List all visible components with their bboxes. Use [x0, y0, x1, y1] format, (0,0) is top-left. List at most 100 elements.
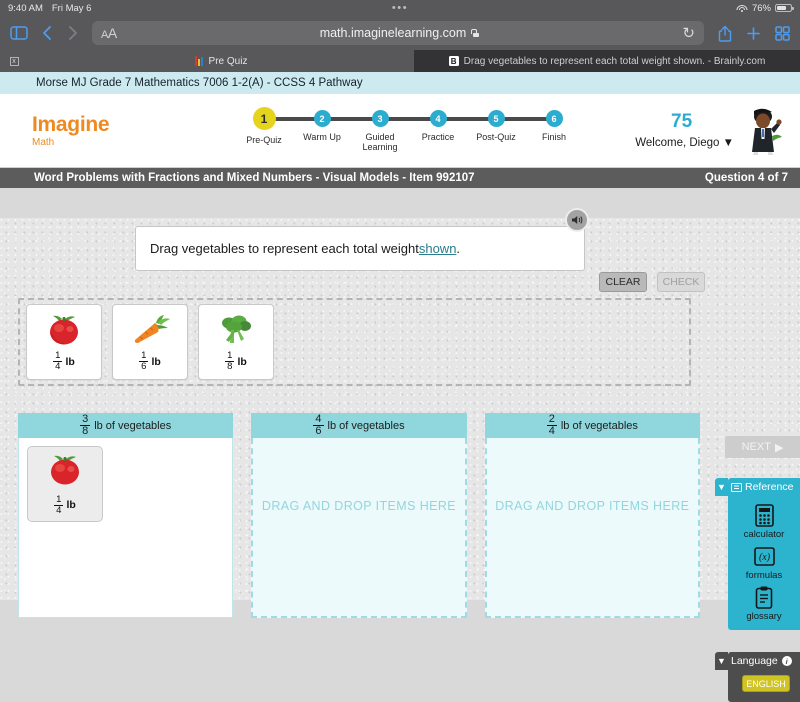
placed-tomato[interactable]: 14 lb — [27, 446, 103, 522]
bars-favicon-icon — [195, 56, 204, 66]
language-title-label: Language — [731, 655, 778, 667]
imagine-math-logo[interactable]: Imagine Math — [32, 114, 109, 148]
weight-unit: lb — [66, 499, 75, 511]
drop-zone-label: lb of vegetables — [94, 420, 171, 432]
browser-toolbar: AA math.imaginelearning.com ↻ — [0, 16, 800, 50]
tab-close-button[interactable]: x — [0, 50, 28, 72]
frac-denominator: 8 — [227, 362, 232, 372]
prompt-text-after: . — [456, 241, 460, 256]
chevron-down-icon[interactable]: ▼ — [723, 137, 734, 149]
drop-zone-placeholder[interactable]: DRAG AND DROP ITEMS HERE — [485, 438, 700, 618]
language-panel-title: Language i — [728, 652, 800, 667]
step-label: Post-Quiz — [467, 132, 525, 142]
drop-zone-2-4[interactable]: 24 lb of vegetables DRAG AND DROP ITEMS … — [485, 413, 700, 618]
close-icon[interactable]: x — [10, 57, 19, 66]
language-english-button[interactable]: ENGLISH — [742, 675, 790, 692]
frac-numerator: 1 — [54, 495, 63, 506]
speaker-icon[interactable] — [565, 208, 589, 232]
chevron-down-icon[interactable]: ▼ — [715, 478, 728, 492]
tomato-icon — [44, 312, 84, 348]
drop-zone-4-6[interactable]: 46 lb of vegetables DRAG AND DROP ITEMS … — [251, 413, 466, 618]
step-number: 2 — [314, 110, 331, 127]
reference-title-label: Reference — [745, 481, 793, 493]
battery-icon — [775, 4, 792, 13]
status-bar-right: 76% — [737, 3, 792, 14]
right-rail: NEXT ▶ ▼ Reference calculator — [715, 436, 800, 702]
prompt-link-shown[interactable]: shown — [419, 241, 457, 256]
calculator-icon — [753, 503, 775, 528]
drop-zone-label: lb of vegetables — [328, 420, 405, 432]
class-bar-text: Morse MJ Grade 7 Mathematics 7006 1-2(A)… — [36, 77, 363, 89]
tab-title: Drag vegetables to represent each total … — [464, 56, 766, 67]
drop-zone-3-8[interactable]: 38 lb of vegetables — [18, 413, 233, 618]
lesson-title-bar: Word Problems with Fractions and Mixed N… — [0, 168, 800, 188]
reference-collapse-toggle[interactable]: ▼ — [715, 478, 728, 496]
next-button: NEXT ▶ — [725, 436, 800, 458]
language-panel-body: Language i ENGLISH — [728, 652, 800, 702]
sidebar-toggle-icon[interactable] — [10, 26, 28, 40]
broccoli-icon — [217, 312, 255, 348]
reference-item-glossary[interactable]: glossary — [728, 585, 800, 622]
tomato-icon — [45, 453, 85, 492]
show-tabs-icon[interactable] — [775, 26, 790, 41]
drop-zone-header: 24 lb of vegetables — [485, 413, 700, 438]
info-icon[interactable]: i — [782, 656, 792, 666]
drop-zone-placeholder[interactable]: DRAG AND DROP ITEMS HERE — [251, 438, 466, 618]
step-label: Pre-Quiz — [235, 135, 293, 145]
score-value: 75 — [635, 112, 728, 131]
share-icon[interactable] — [718, 25, 732, 42]
battery-percent: 76% — [752, 3, 771, 14]
language-panel: ▼ Language i ENGLISH — [715, 652, 800, 702]
formulas-label: formulas — [746, 570, 782, 581]
drop-zones: 38 lb of vegetables — [18, 413, 700, 618]
frac-denominator: 4 — [55, 362, 60, 372]
user-block[interactable]: 75 Welcome, Diego ▼ — [635, 112, 734, 149]
forward-icon — [67, 25, 78, 41]
step-pre-quiz[interactable]: 1 Pre-Quiz — [235, 110, 293, 153]
svg-text:(x): (x) — [758, 552, 770, 563]
drop-zone-body[interactable]: 14 lb — [18, 438, 233, 618]
chevron-down-icon[interactable]: ▼ — [715, 652, 728, 666]
broccoli-weight: 18 lb — [225, 351, 247, 371]
step-number: 4 — [430, 110, 447, 127]
calculator-label: calculator — [744, 529, 785, 540]
wifi-icon — [737, 4, 748, 13]
tab-pre-quiz[interactable]: Pre Quiz — [28, 50, 414, 72]
weight-unit: lb — [151, 356, 160, 368]
brainly-favicon-icon: B — [449, 56, 459, 66]
action-buttons: CLEAR CHECK — [599, 272, 705, 292]
reference-panel-body: Reference calculator (x) formulas — [728, 478, 800, 630]
draggable-tomato[interactable]: 14 lb — [26, 304, 102, 380]
step-label: Warm Up — [293, 132, 351, 142]
frac-denominator: 4 — [56, 506, 61, 516]
drop-zone-label: lb of vegetables — [561, 420, 638, 432]
placed-tomato-weight: 14 lb — [54, 495, 76, 515]
play-arrow-icon: ▶ — [775, 441, 783, 454]
address-bar[interactable]: AA math.imaginelearning.com ↻ — [92, 21, 704, 45]
frac-denominator: 6 — [141, 362, 146, 372]
back-icon[interactable] — [42, 25, 53, 41]
language-collapse-toggle[interactable]: ▼ — [715, 652, 728, 670]
tab-brainly[interactable]: B Drag vegetables to represent each tota… — [414, 50, 800, 72]
lock-icon — [470, 29, 476, 37]
step-label: Practice — [409, 132, 467, 142]
check-button: CHECK — [657, 272, 705, 292]
step-number: 3 — [372, 110, 389, 127]
welcome-text[interactable]: Welcome, Diego ▼ — [635, 137, 734, 149]
draggable-broccoli[interactable]: 18 lb — [198, 304, 274, 380]
glossary-icon — [753, 585, 775, 610]
book-icon — [731, 483, 742, 492]
reference-item-formulas[interactable]: (x) formulas — [728, 544, 800, 581]
reload-icon[interactable]: ↻ — [682, 24, 695, 42]
welcome-label: Welcome, Diego — [635, 137, 719, 149]
prompt-row: Drag vegetables to represent each total … — [0, 218, 800, 271]
address-bar-url: math.imaginelearning.com — [320, 26, 467, 40]
draggable-carrot[interactable]: 16 lb — [112, 304, 188, 380]
formulas-icon: (x) — [753, 544, 775, 569]
new-tab-icon[interactable] — [746, 26, 761, 41]
step-number: 1 — [253, 107, 276, 130]
clear-button[interactable]: CLEAR — [599, 272, 647, 292]
step-number: 6 — [546, 110, 563, 127]
reference-item-calculator[interactable]: calculator — [728, 503, 800, 540]
avatar[interactable] — [742, 108, 786, 156]
